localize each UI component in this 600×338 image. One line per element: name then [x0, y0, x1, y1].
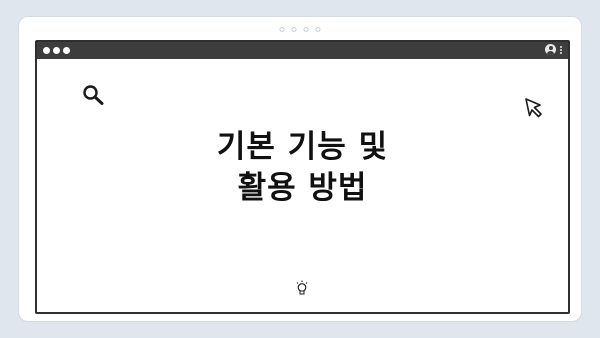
carousel-dot[interactable] [279, 27, 285, 32]
titlebar-actions [545, 44, 563, 55]
close-dot[interactable] [43, 47, 50, 54]
minimize-dot[interactable] [53, 47, 60, 54]
maximize-dot[interactable] [63, 47, 70, 54]
cursor-arrow-icon [525, 98, 542, 118]
kebab-menu-icon[interactable] [559, 45, 563, 55]
page: 기본 기능 및 활용 방법 [0, 0, 600, 338]
lightbulb-icon [296, 280, 308, 295]
search-icon [83, 85, 104, 105]
carousel-dot[interactable] [315, 27, 321, 32]
window-content: 기본 기능 및 활용 방법 [37, 59, 568, 312]
carousel-dot[interactable] [303, 27, 309, 32]
page-title: 기본 기능 및 활용 방법 [37, 127, 568, 209]
carousel-dot[interactable] [291, 27, 297, 32]
title-line-2: 활용 방법 [237, 170, 368, 206]
window-controls [43, 47, 70, 54]
profile-icon[interactable] [545, 44, 556, 55]
carousel-dots [279, 27, 321, 32]
title-line-1: 기본 기능 및 [216, 129, 389, 165]
browser-window: 기본 기능 및 활용 방법 [35, 40, 570, 314]
window-titlebar [37, 42, 568, 59]
